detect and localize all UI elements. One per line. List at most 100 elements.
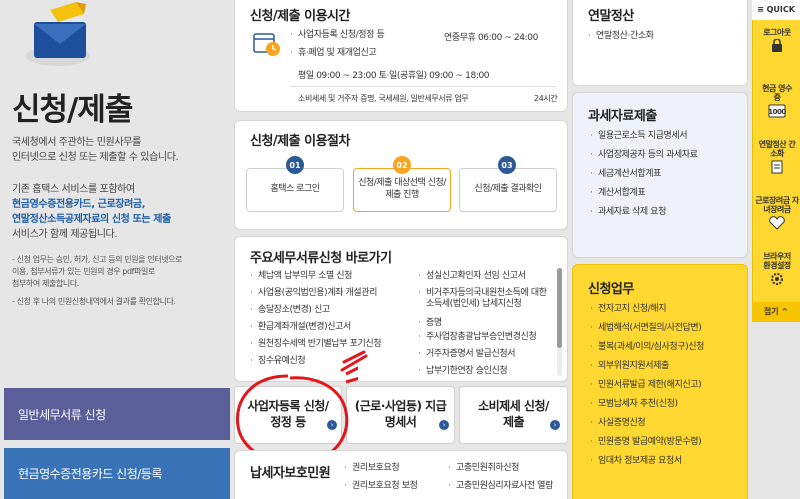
step-3-box: 신청/제출 결과확인 xyxy=(459,168,557,212)
consumption-tax-arrow-icon: › xyxy=(550,420,560,430)
hours-row-1-label: 사업자등록 신청/정정 등 xyxy=(298,30,385,40)
procedure-title: 신청/제출 이용절차 xyxy=(250,134,350,149)
shortcut-link[interactable]: 주사업장총괄납부승인변경신청 xyxy=(426,332,537,342)
taxdata-title: 과세자료제출 xyxy=(588,109,657,124)
quick-cash-receipt-button[interactable]: 현금 영수증 1000 xyxy=(754,84,800,118)
shortcut-link[interactable]: 증명 xyxy=(426,318,442,328)
shortcut-link[interactable]: 송달장소(변경) 신고 xyxy=(258,305,330,315)
lock-icon xyxy=(772,39,782,53)
quick-incentive-label: 근로장려금 자녀장려금 xyxy=(755,196,799,215)
yearend-link[interactable]: 연말정산·간소화 xyxy=(596,31,654,41)
apply-link[interactable]: 사실증명신청 xyxy=(598,418,646,428)
apply-link[interactable]: 민원서류발급 제한(해지신고) xyxy=(598,380,702,390)
taxdata-list: 일용근로소득 지급명세서 사업장제공자 등의 과세자료 세금계산서합계표 계산서… xyxy=(590,131,740,226)
quick-yearend-button[interactable]: 연말정산 간소화 xyxy=(754,140,800,174)
quick-yearend-label: 연말정산 간소화 xyxy=(758,140,796,159)
page-title: 신청/제출 xyxy=(12,92,133,128)
shortcut-link[interactable]: 원천징수세액 반기별납부 포기신청 xyxy=(258,339,382,349)
svg-text:1000: 1000 xyxy=(768,108,786,116)
step-1-number: 01 xyxy=(286,156,304,174)
left-section: 신청/제출 국세청에서 주관하는 민원사무를 인터넷으로 신청 또는 제출할 수… xyxy=(0,0,232,499)
note-line-2: 이용, 첨부서류가 있는 민원의 경우 pdf파일로 xyxy=(12,267,155,276)
shortcuts-scrollbar-thumb[interactable] xyxy=(557,268,562,348)
apply-list: 전자고지 신청/해지 세법해석(서면질의/사전답변) 불복(과세/이의/심사청구… xyxy=(590,304,746,475)
shortcut-link[interactable]: 거주자증명서 발급신청서 xyxy=(426,349,516,359)
note-line-4: - 신청 후 나의 민원신청내역에서 결과를 확인합니다. xyxy=(12,297,176,306)
payment-statement-button[interactable]: (근로·사업등) 지급명세서 xyxy=(346,386,455,444)
envelope-pen-icon xyxy=(26,2,90,66)
hours-row-3: 평일 09:00 ~ 23:00 토·일(공휴일) 09:00 ~ 18:00 xyxy=(298,71,490,81)
shortcut-link[interactable]: 성실신고확인자 선임 신고서 xyxy=(426,271,526,281)
info-line-3: 연말정산소득공제자료의 신청 또는 제출 xyxy=(12,214,171,225)
intro-line-1: 국세청에서 주관하는 민원사무를 xyxy=(12,137,141,148)
intro-line-2: 인터넷으로 신청 또는 제출할 수 있습니다. xyxy=(12,152,179,163)
payment-statement-arrow-icon: › xyxy=(439,420,449,430)
red-arrow-annotation xyxy=(340,350,368,372)
quick-incentive-button[interactable]: 근로장려금 자녀장려금 xyxy=(754,196,800,231)
shortcut-link[interactable]: 납부기한연장 승인신청 xyxy=(426,366,508,376)
shortcuts-col-1: 체납액 납부의무 소멸 신청 사업용(공익법인용)계좌 개설관리 송달장소(변경… xyxy=(250,271,410,373)
yearend-list: 연말정산·간소화 xyxy=(588,31,738,43)
heart-icon xyxy=(769,216,785,231)
hours-row-2-label: 휴·폐업 및 재개업신고 xyxy=(298,48,377,58)
shortcuts-title: 주요세무서류신청 바로가기 xyxy=(250,251,392,266)
document-icon xyxy=(771,160,783,174)
info-line-1: 기존 홈택스 서비스를 포함하여 xyxy=(12,184,135,195)
taxdata-link[interactable]: 일용근로소득 지급명세서 xyxy=(598,131,688,141)
info-line-4: 서비스가 함께 제공됩니다. xyxy=(12,229,118,240)
step-2-number: 02 xyxy=(393,156,411,174)
quick-close-button[interactable]: 접기 ^ xyxy=(752,302,800,322)
consumption-tax-button[interactable]: 소비제세 신청/제출 xyxy=(459,386,568,444)
clock-calendar-icon xyxy=(253,33,280,56)
consumption-tax-label: 소비제세 신청/제출 xyxy=(478,399,549,429)
apply-link[interactable]: 임대차 정보제공 요청서 xyxy=(598,456,682,466)
quick-logout-label: 로그아웃 xyxy=(763,28,791,37)
shortcut-link[interactable]: 체납액 납부의무 소멸 신청 xyxy=(258,271,352,281)
info-line-2: 현금영수증전용카드, 근로장려금, xyxy=(12,199,146,210)
apply-link[interactable]: 모범납세자 추천(신청) xyxy=(598,399,678,409)
receipt-icon: 1000 xyxy=(768,104,787,118)
shortcut-link[interactable]: 비거주자등의국내원천소득에 대한 소득세(법인세) 납세지신청 xyxy=(426,288,556,311)
quick-cash-receipt-label: 현금 영수증 xyxy=(762,84,792,103)
protection-title: 납세자보호민원 xyxy=(250,466,331,481)
gear-icon xyxy=(771,273,783,286)
yearend-title: 연말정산 xyxy=(588,9,634,24)
apply-title: 신청업무 xyxy=(588,282,634,297)
protection-link[interactable]: 고충민원취하신청 xyxy=(456,463,519,473)
step-1-label: 홈택스 로그인 xyxy=(270,184,320,195)
taxdata-link[interactable]: 사업장제공자 등의 과세자료 xyxy=(598,150,698,160)
step-2-box: 신청/제출 대상선택 신청/제출 진행 xyxy=(353,168,451,212)
payment-statement-label: (근로·사업등) 지급명세서 xyxy=(354,399,447,429)
quick-browser-settings-button[interactable]: 브라우저 환경설정 xyxy=(754,252,800,286)
step-1-box: 홈택스 로그인 xyxy=(246,168,344,212)
quick-logout-button[interactable]: 로그아웃 xyxy=(754,28,800,53)
apply-link[interactable]: 민원증명 발급예약(방문수령) xyxy=(598,437,702,447)
shortcuts-col-2: 성실신고확인자 선임 신고서 비거주자등의국내원천소득에 대한 소득세(법인세)… xyxy=(418,271,558,383)
hours-row-4-value: 24시간 xyxy=(534,94,558,103)
hours-divider xyxy=(290,86,556,87)
hours-title: 신청/제출 이용시간 xyxy=(250,9,350,24)
apply-link[interactable]: 외부위원지원서제출 xyxy=(598,361,669,371)
note-line-3: 첨부하여 제출합니다. xyxy=(12,279,79,288)
quick-browser-settings-label: 브라우저 환경설정 xyxy=(763,252,791,271)
shortcut-link[interactable]: 사업용(공익법인용)계좌 개설관리 xyxy=(258,288,377,298)
protection-col-2: 고충민원취하신청 고충민원심리자료사전 열람 xyxy=(448,463,566,499)
apply-link[interactable]: 세법해석(서면질의/사전답변) xyxy=(598,323,702,333)
step-3-label: 신청/제출 결과확인 xyxy=(474,184,542,195)
shortcut-link[interactable]: 환급계좌개설(변경)신고서 xyxy=(258,322,351,332)
taxdata-link[interactable]: 세금계산서합계표 xyxy=(598,169,661,179)
protection-col-1: 권리보호요청 권리보호요청 보정 xyxy=(344,463,444,499)
apply-link[interactable]: 불복(과세/이의/심사청구)신청 xyxy=(598,342,704,352)
step-2-label: 신청/제출 대상선택 신청/제출 진행 xyxy=(358,178,446,200)
hours-row-1-value: 연중무휴 06:00 ~ 24:00 xyxy=(444,33,538,43)
apply-link[interactable]: 전자고지 신청/해지 xyxy=(598,304,667,314)
step-3-number: 03 xyxy=(498,156,516,174)
taxdata-link[interactable]: 과세자료 삭제 요청 xyxy=(598,207,666,217)
protection-link[interactable]: 권리보호요청 보정 xyxy=(352,481,418,491)
quick-header: ≡ QUICK xyxy=(752,0,800,20)
taxdata-link[interactable]: 계산서합계표 xyxy=(598,188,646,198)
protection-link[interactable]: 고충민원심리자료사전 열람 xyxy=(456,481,553,491)
cash-receipt-card-button[interactable]: 현금영수증전용카드 신청/등록 xyxy=(4,448,230,499)
protection-link[interactable]: 권리보호요청 xyxy=(352,463,400,473)
general-docs-button[interactable]: 일반세무서류 신청 xyxy=(4,388,230,440)
